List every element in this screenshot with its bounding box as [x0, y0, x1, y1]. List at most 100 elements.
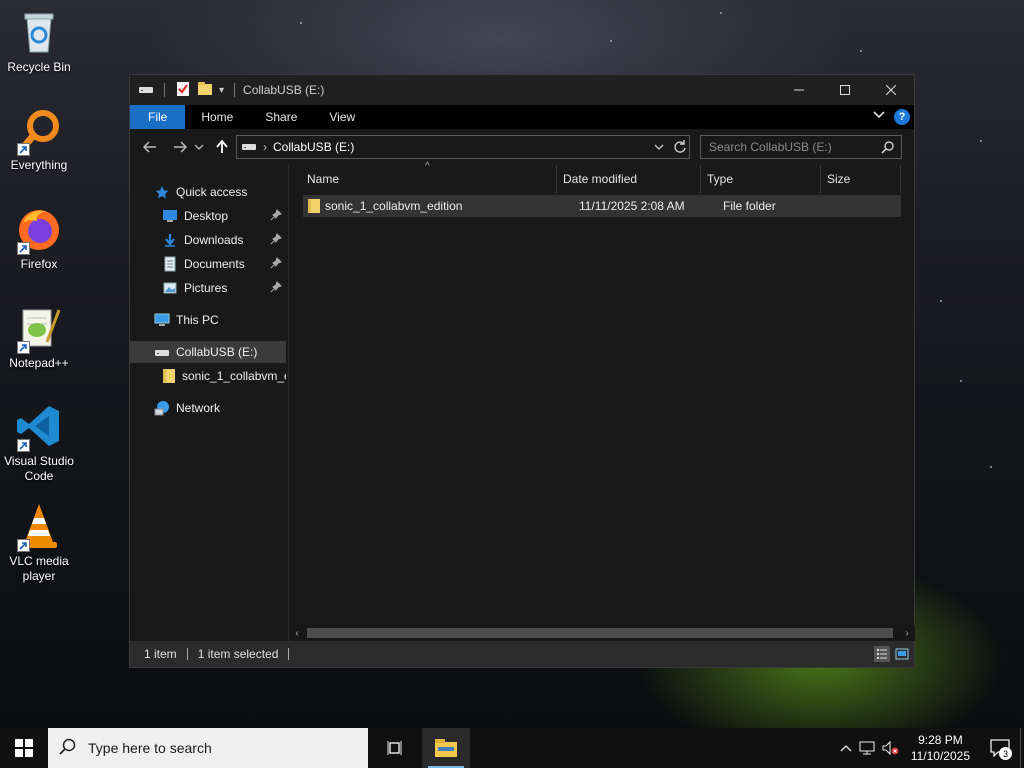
nav-label: Quick access: [176, 185, 248, 199]
nav-label: This PC: [176, 313, 219, 327]
desktop-icon-everything[interactable]: Everything: [0, 106, 78, 173]
breadcrumb-current[interactable]: CollabUSB (E:): [273, 140, 354, 154]
desktop-icon-notepad-plus-plus[interactable]: Notepad++: [0, 304, 78, 371]
computer-icon: [154, 312, 170, 328]
shortcut-arrow-icon: [17, 539, 30, 552]
close-button[interactable]: [868, 75, 914, 105]
nav-item-collabusb[interactable]: CollabUSB (E:): [130, 341, 286, 363]
document-icon: [162, 256, 178, 272]
details-view-button[interactable]: [874, 646, 890, 662]
system-clock[interactable]: 9:28 PM 11/10/2025: [901, 732, 980, 764]
file-name[interactable]: sonic_1_collabvm_edition: [321, 199, 573, 213]
back-arrow-icon: [142, 141, 156, 153]
shortcut-arrow-icon: [17, 439, 30, 452]
star-icon: [154, 184, 170, 200]
recycle-bin-icon: [15, 8, 63, 56]
back-button[interactable]: [138, 135, 162, 159]
nav-label: Documents: [184, 257, 245, 271]
task-view-icon: [387, 741, 402, 755]
expand-ribbon-chevron-icon[interactable]: [872, 108, 886, 125]
taskbar-search-box[interactable]: Type here to search: [48, 728, 368, 768]
clock-date: 11/10/2025: [910, 749, 970, 763]
show-desktop-button[interactable]: [1020, 728, 1024, 768]
title-bar[interactable]: ▾ CollabUSB (E:): [130, 75, 914, 105]
column-header-name[interactable]: Name: [301, 165, 557, 193]
nav-item-downloads[interactable]: Downloads: [130, 229, 286, 251]
taskbar: Type here to search 9:28 PM 11/10/2025 3: [0, 728, 1024, 768]
recycle-bin-label: Recycle Bin: [7, 60, 71, 74]
nav-item-sonic-folder[interactable]: sonic_1_collabvm_edition: [130, 365, 286, 387]
windows-logo-icon: [15, 739, 33, 757]
properties-quick-access-icon[interactable]: [175, 81, 191, 100]
tab-home[interactable]: Home: [185, 105, 249, 129]
scroll-left-icon[interactable]: ‹: [289, 625, 305, 641]
task-view-button[interactable]: [372, 728, 420, 768]
status-bar: 1 item 1 item selected: [130, 641, 914, 667]
network-status-icon[interactable]: [857, 728, 879, 768]
nav-label: sonic_1_collabvm_edition: [182, 369, 286, 383]
column-header-date-modified[interactable]: Date modified: [557, 165, 701, 193]
customize-quick-access-dropdown-icon[interactable]: ▾: [219, 85, 224, 96]
desktop-icon-firefox[interactable]: Firefox: [0, 205, 78, 272]
column-header-size[interactable]: Size: [821, 165, 901, 193]
new-folder-quick-access-icon[interactable]: [197, 81, 213, 100]
desktop-icon-recycle-bin[interactable]: Recycle Bin: [0, 8, 78, 75]
start-button[interactable]: [0, 728, 48, 768]
up-button[interactable]: [210, 135, 234, 159]
nav-item-this-pc[interactable]: This PC: [130, 309, 286, 331]
tab-share[interactable]: Share: [249, 105, 313, 129]
file-explorer-icon: [435, 739, 457, 757]
shortcut-arrow-icon: [17, 242, 30, 255]
recent-locations-button[interactable]: [192, 135, 206, 159]
volume-muted-icon[interactable]: [879, 728, 901, 768]
nav-label: Downloads: [184, 233, 244, 247]
search-placeholder: Search CollabUSB (E:): [709, 140, 832, 154]
pictures-icon: [162, 280, 178, 296]
vscode-icon: [15, 402, 63, 452]
help-icon[interactable]: ?: [894, 108, 910, 125]
horizontal-scrollbar[interactable]: ‹ ›: [289, 625, 915, 641]
column-header-type[interactable]: Type: [701, 165, 821, 193]
scrollbar-thumb[interactable]: [307, 628, 893, 638]
file-date-modified: 11/11/2025 2:08 AM: [579, 199, 685, 213]
pin-icon: [270, 233, 282, 248]
file-type: File folder: [723, 199, 776, 213]
address-field[interactable]: › CollabUSB (E:): [236, 135, 690, 159]
show-hidden-icons-chevron-icon[interactable]: [835, 728, 857, 768]
nav-item-desktop[interactable]: Desktop: [130, 205, 286, 227]
desktop-icon-vscode[interactable]: Visual Studio Code: [0, 402, 78, 484]
close-icon: [886, 85, 896, 95]
address-history-dropdown-icon[interactable]: [653, 138, 665, 159]
desktop-icon-vlc[interactable]: VLC media player: [0, 502, 78, 584]
nav-item-pictures[interactable]: Pictures: [130, 277, 286, 299]
drive-icon: [241, 138, 257, 157]
network-icon: [154, 400, 170, 416]
file-explorer-window: ▾ CollabUSB (E:) File Home Share View ?: [129, 74, 915, 668]
chevron-down-icon: [194, 144, 204, 150]
file-row[interactable]: sonic_1_collabvm_edition 11/11/2025 2:08…: [303, 195, 901, 217]
file-list-pane: ^ Name Date modified Type Size sonic_1_c…: [289, 161, 915, 641]
notification-count-badge: 3: [999, 747, 1012, 760]
tab-view[interactable]: View: [313, 105, 371, 129]
folder-icon: [307, 198, 321, 214]
column-header-row: ^ Name Date modified Type Size: [301, 161, 907, 193]
address-bar-row: › CollabUSB (E:) Search CollabUSB (E:): [130, 129, 914, 165]
maximize-button[interactable]: [822, 75, 868, 105]
nav-item-quick-access[interactable]: Quick access: [130, 181, 286, 203]
large-icons-view-button[interactable]: [894, 646, 910, 662]
pin-icon: [270, 257, 282, 272]
tab-file[interactable]: File: [130, 105, 186, 129]
minimize-button[interactable]: [776, 75, 822, 105]
taskbar-file-explorer-button[interactable]: [422, 728, 470, 768]
breadcrumb-separator-icon[interactable]: ›: [263, 140, 267, 154]
action-center-button[interactable]: 3: [980, 728, 1020, 768]
up-arrow-icon: [216, 139, 228, 153]
scroll-right-icon[interactable]: ›: [899, 625, 915, 641]
folder-icon: [162, 368, 176, 384]
refresh-icon[interactable]: [673, 138, 687, 159]
nav-item-documents[interactable]: Documents: [130, 253, 286, 275]
nav-item-network[interactable]: Network: [130, 397, 286, 419]
search-input[interactable]: Search CollabUSB (E:): [700, 135, 902, 159]
search-icon: [881, 140, 895, 157]
forward-button[interactable]: [168, 135, 192, 159]
